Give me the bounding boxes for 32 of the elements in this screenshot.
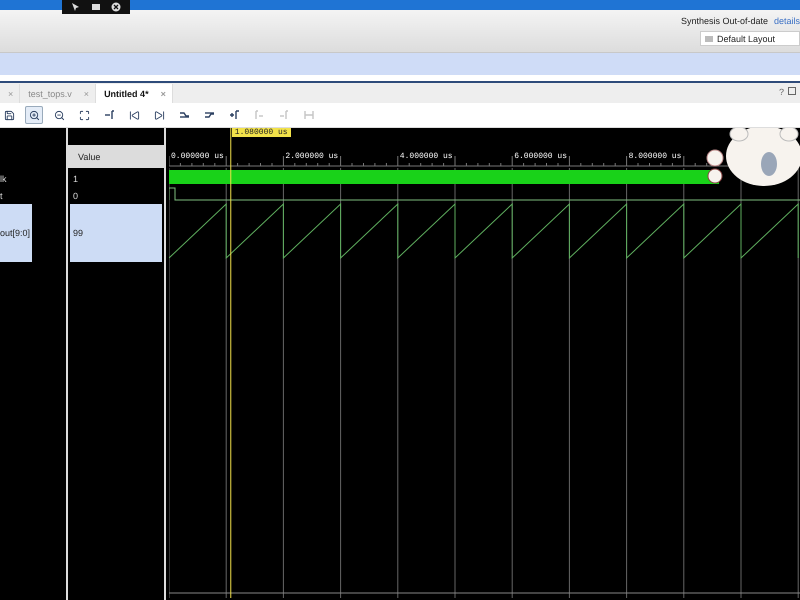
save-icon [4,110,14,120]
zoom-out-icon [54,110,64,120]
layout-icon [705,36,713,42]
signal-value: 99 [70,204,162,262]
close-icon[interactable] [111,2,121,12]
screen-icon[interactable] [91,2,101,12]
value-column-header: Value [68,145,164,168]
ruler-label: 4.000000 us [400,152,453,161]
signal-name[interactable]: out[9:0] [0,204,32,262]
details-link[interactable]: details [774,16,800,26]
expand-icon [78,110,90,120]
ruler-label: 6.000000 us [514,152,567,161]
ruler-label: 2.000000 us [285,152,338,161]
maximize-icon[interactable] [788,87,796,95]
toolbar-button[interactable] [25,106,43,124]
cursor-time-label: 1.080000 us [232,128,291,137]
time-cursor[interactable] [230,128,232,598]
synthesis-status: Synthesis Out-of-date [680,16,768,26]
signal-name[interactable]: lk [0,170,32,187]
editor-tab[interactable]: Untitled 4* × [96,84,173,103]
layout-dropdown[interactable]: Default Layout [700,31,800,46]
zoom-in-icon [28,110,40,120]
skip-forward-icon [154,110,164,120]
close-tab-icon[interactable]: × [160,88,166,98]
ruler-label: 8.000000 us [628,152,682,161]
help-icon[interactable]: ? [778,87,784,97]
signal-name[interactable]: t [0,187,32,204]
signal-value: 0 [72,190,80,202]
pointer-icon[interactable] [71,2,81,12]
signal-value: 1 [72,172,80,186]
skip-back-icon [128,110,140,120]
ruler-label: 0.000000 us [171,152,224,161]
